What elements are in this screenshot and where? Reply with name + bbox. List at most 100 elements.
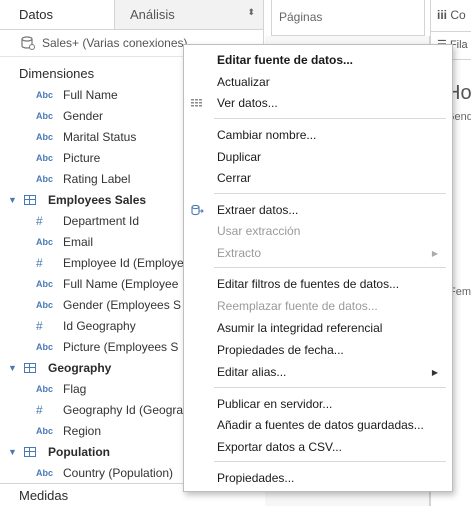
number-type-icon: # [36, 318, 43, 333]
field-name: Id Geography [63, 318, 136, 333]
field-item[interactable]: Abc Full Name [0, 84, 118, 105]
field-item[interactable]: Abc Picture (Employees S [0, 336, 178, 357]
field-item[interactable]: Abc Rating Label [0, 168, 130, 189]
menu-separator [214, 193, 446, 194]
field-item[interactable]: Abc Region [0, 420, 101, 441]
string-type-icon: Abc [36, 110, 54, 121]
table-folder[interactable]: ▼ Employees Sales [0, 189, 146, 210]
table-icon [24, 446, 36, 457]
menu-item[interactable]: Cambiar nombre... [184, 125, 452, 145]
field-name: Department Id [63, 213, 140, 228]
field-name: Picture [63, 150, 101, 165]
menu-separator [214, 461, 446, 462]
menu-separator [214, 267, 446, 268]
field-name: Full Name (Employee [63, 276, 179, 291]
tab-datos[interactable]: Datos [0, 0, 115, 29]
menu-item[interactable]: Editar alias... ▶ [184, 362, 452, 382]
menu-item[interactable]: Editar fuente de datos... [184, 50, 452, 70]
menu-separator [214, 118, 446, 119]
menu-item[interactable]: Extraer datos... [184, 200, 452, 220]
field-item[interactable]: Abc Flag [0, 378, 86, 399]
field-item[interactable]: Abc Gender (Employees S [0, 294, 181, 315]
columns-icon: iii [437, 8, 448, 22]
number-type-icon: # [36, 255, 43, 270]
field-item[interactable]: Abc Marital Status [0, 126, 136, 147]
menu-item-label: Reemplazar fuente de datos... [217, 299, 378, 313]
number-type-icon: # [36, 402, 43, 417]
field-name: Marital Status [63, 129, 137, 144]
field-item[interactable]: # Geography Id (Geogra [0, 399, 183, 420]
field-item[interactable]: Abc Country (Population) [0, 462, 173, 483]
chevron-down-icon[interactable]: ▼ [8, 363, 18, 373]
folder-name: Geography [48, 360, 112, 375]
menu-item[interactable]: Añadir a fuentes de datos guardadas... [184, 415, 452, 435]
menu-item[interactable]: Editar filtros de fuentes de datos... [184, 274, 452, 294]
field-item[interactable]: Abc Picture [0, 147, 100, 168]
table-folder[interactable]: ▼ Geography [0, 357, 111, 378]
field-name: Employee Id (Employe [63, 255, 184, 270]
chevron-right-icon: ▶ [431, 367, 438, 377]
table-icon [24, 194, 36, 205]
menu-item-label: Cerrar [217, 171, 252, 185]
table-folder[interactable]: ▼ Population [0, 441, 110, 462]
menu-item-label: Extracto [217, 246, 262, 260]
tab-analisis-label: Análisis [130, 7, 175, 22]
field-item[interactable]: # Department Id [0, 210, 139, 231]
string-type-icon: Abc [36, 278, 54, 289]
field-name: Rating Label [63, 171, 131, 186]
field-item[interactable]: Abc Email [0, 231, 93, 252]
string-type-icon: Abc [36, 89, 54, 100]
chevron-down-icon[interactable]: ▼ [8, 447, 18, 457]
columns-label: Co [450, 8, 466, 22]
menu-item-label: Cambiar nombre... [217, 128, 317, 142]
database-icon [21, 36, 35, 50]
menu-item-label: Ver datos... [217, 96, 278, 110]
field-name: Email [63, 234, 94, 249]
menu-item[interactable]: Actualizar [184, 72, 452, 92]
menu-item: Extracto ▶ [184, 243, 452, 263]
string-type-icon: Abc [36, 383, 54, 394]
field-item[interactable]: # Id Geography [0, 315, 136, 336]
menu-item[interactable]: Propiedades... [184, 468, 452, 488]
field-name: Gender (Employees S [63, 297, 182, 312]
menu-item-label: Editar fuente de datos... [217, 53, 354, 67]
menu-item[interactable]: Publicar en servidor... [184, 394, 452, 414]
table-grid-icon [191, 97, 203, 109]
folder-name: Employees Sales [48, 192, 147, 207]
extract-icon [191, 204, 204, 216]
chevron-right-icon: ▶ [431, 248, 438, 258]
field-name: Picture (Employees S [63, 339, 179, 354]
menu-item[interactable]: Duplicar [184, 147, 452, 167]
tab-analisis[interactable]: Análisis ⬍ [115, 0, 263, 29]
menu-item-label: Editar filtros de fuentes de datos... [217, 277, 400, 291]
menu-item-label: Usar extracción [217, 224, 301, 238]
menu-item[interactable]: Propiedades de fecha... [184, 340, 452, 360]
number-type-icon: # [36, 213, 43, 228]
menu-item-label: Añadir a fuentes de datos guardadas... [217, 418, 424, 432]
field-name: Country (Population) [63, 465, 174, 480]
menu-item-label: Asumir la integridad referencial [217, 321, 383, 335]
menu-item[interactable]: Asumir la integridad referencial [184, 318, 452, 338]
field-item[interactable]: Abc Gender [0, 105, 103, 126]
chevron-down-icon[interactable]: ▼ [8, 195, 18, 205]
string-type-icon: Abc [36, 173, 54, 184]
string-type-icon: Abc [36, 299, 54, 310]
folder-name: Population [48, 444, 110, 459]
datasource-name: Sales+ (Varias conexiones) [42, 36, 188, 50]
menu-item: Usar extracción [184, 221, 452, 241]
chevron-updown-icon: ⬍ [247, 7, 255, 17]
pages-shelf[interactable]: Páginas [271, 0, 425, 36]
menu-item-label: Extraer datos... [217, 203, 299, 217]
menu-separator [214, 387, 446, 388]
field-item[interactable]: Abc Full Name (Employee [0, 273, 178, 294]
menu-item-label: Propiedades... [217, 471, 295, 485]
menu-item[interactable]: Ver datos... [184, 93, 452, 113]
field-item[interactable]: # Employee Id (Employe [0, 252, 184, 273]
columns-shelf[interactable]: iii Co [431, 0, 471, 32]
string-type-icon: Abc [36, 425, 54, 436]
table-icon [24, 362, 36, 373]
menu-item[interactable]: Exportar datos a CSV... [184, 437, 452, 457]
menu-item-label: Editar alias... [217, 365, 287, 379]
string-type-icon: Abc [36, 236, 54, 247]
menu-item[interactable]: Cerrar [184, 168, 452, 188]
